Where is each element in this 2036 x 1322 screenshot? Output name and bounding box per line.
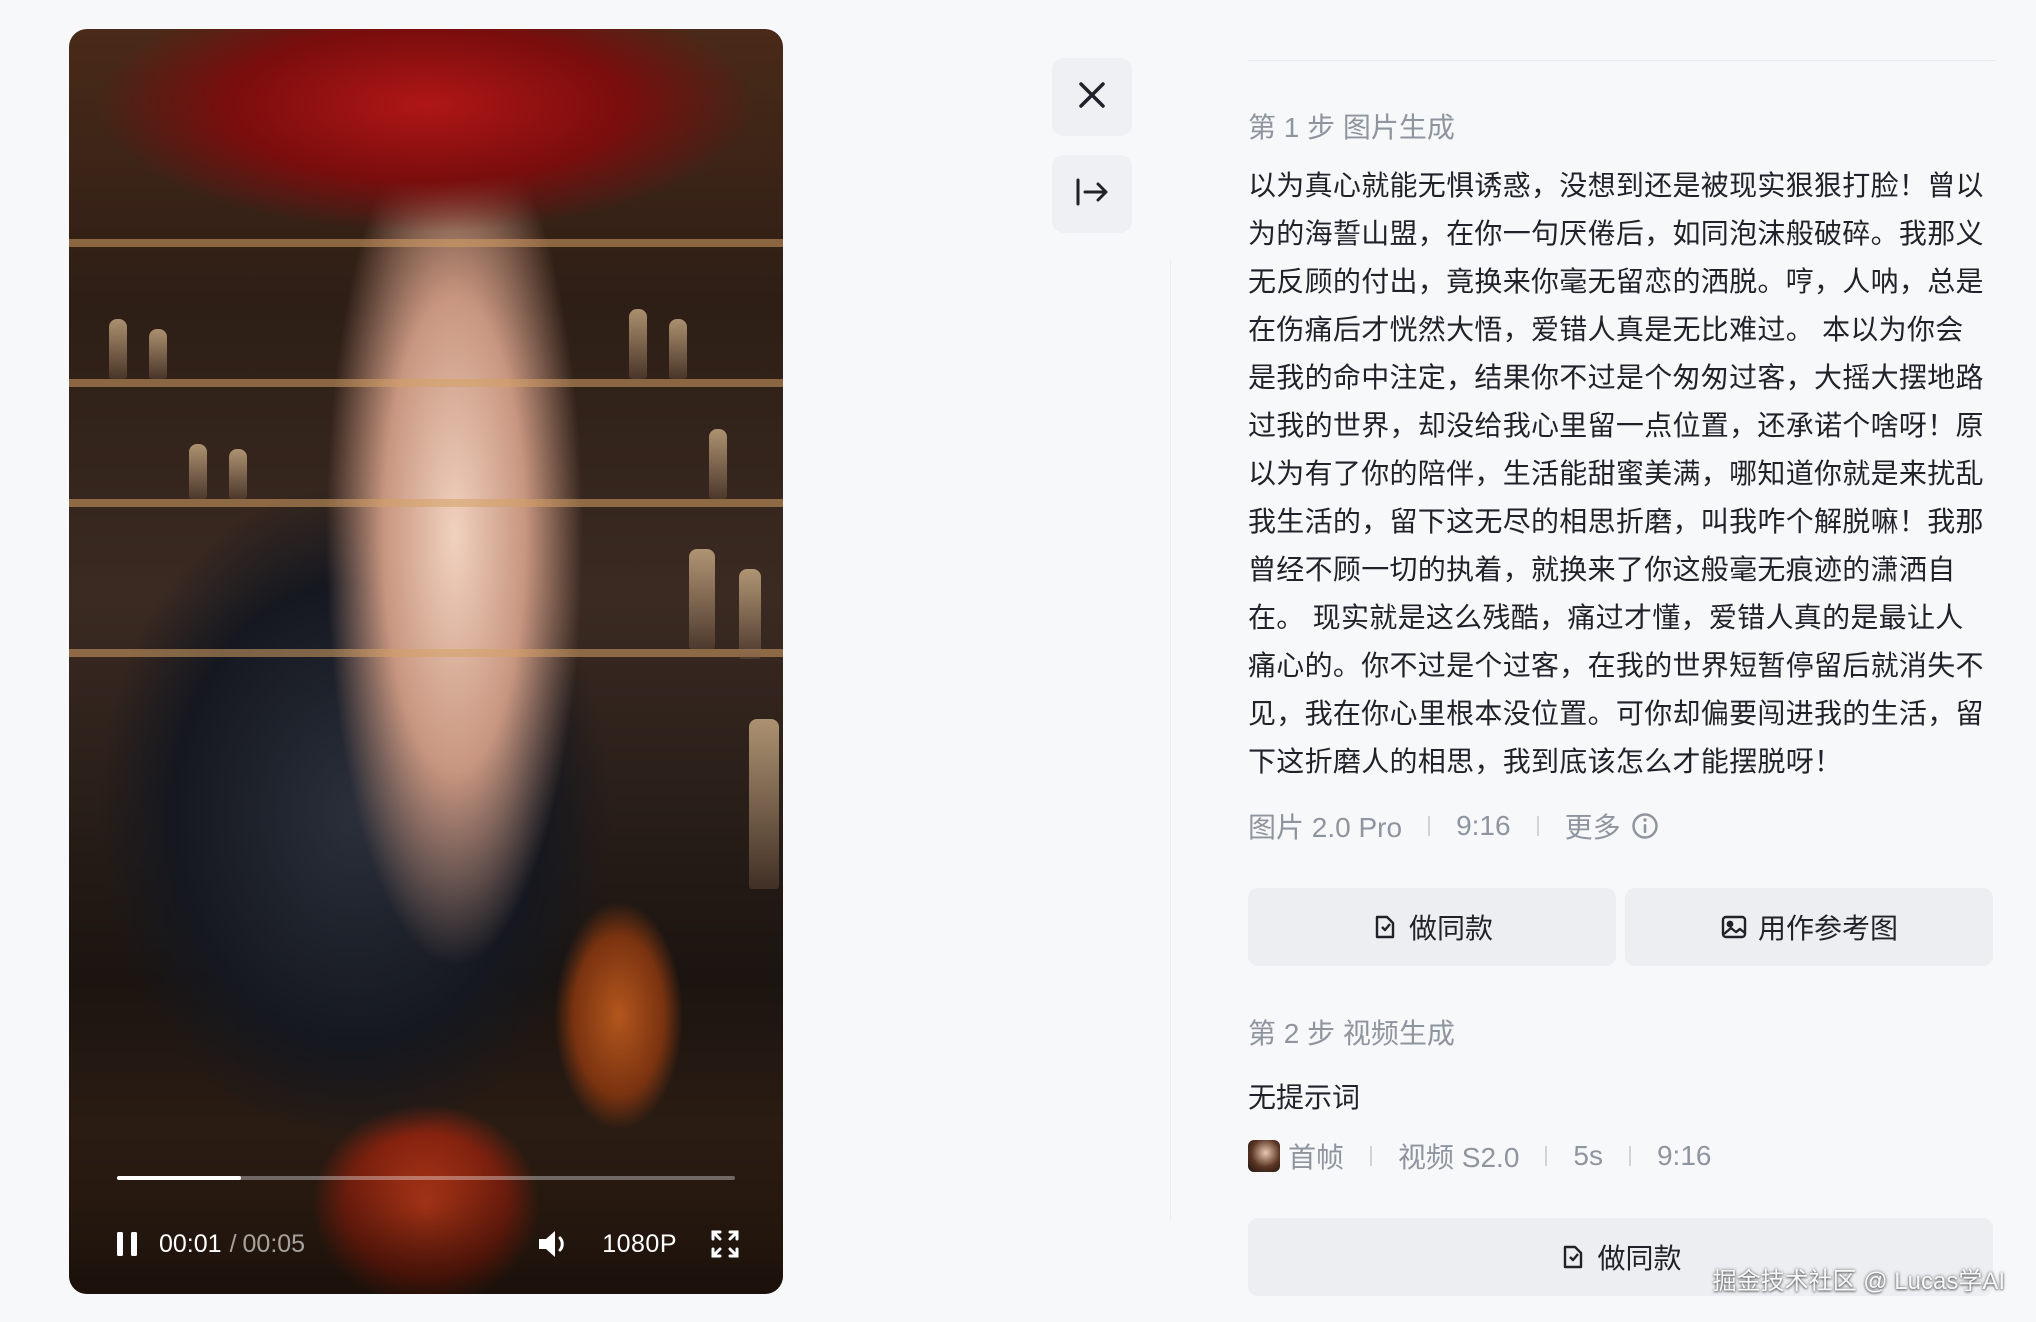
same-style-icon <box>1371 913 1399 941</box>
watermark: 掘金技术社区 @ Lucas学AI <box>1712 1268 2005 1295</box>
top-divider <box>1248 60 1996 61</box>
progress-fill <box>117 1176 241 1180</box>
video-aspect-ratio: 9:16 <box>1656 1140 1712 1171</box>
fullscreen-icon[interactable] <box>711 1230 739 1258</box>
same-style-button[interactable]: 做同款 <box>1248 888 1616 966</box>
current-time: 00:01 <box>159 1229 222 1258</box>
video-same-style-label: 做同款 <box>1597 1243 1682 1274</box>
step2-meta: 首帧 视频 S2.0 5s 9:16 <box>1248 1136 1711 1176</box>
panel-divider <box>1170 260 1171 1220</box>
time-separator: / <box>229 1229 237 1258</box>
volume-icon[interactable] <box>536 1228 572 1260</box>
pause-icon[interactable] <box>113 1230 141 1258</box>
first-frame-thumbnail <box>1248 1140 1280 1172</box>
collapse-panel-button[interactable] <box>1052 155 1132 233</box>
use-as-reference-button[interactable]: 用作参考图 <box>1625 888 1993 966</box>
first-frame-label: 首帧 <box>1288 1142 1345 1173</box>
meta-separator <box>1370 1146 1373 1166</box>
meta-separator <box>1536 816 1539 836</box>
step2-title: 第 2 步 视频生成 <box>1248 1018 1455 1049</box>
total-time: 00:05 <box>242 1229 306 1258</box>
same-style-icon <box>1559 1243 1587 1271</box>
quality-selector[interactable]: 1080P <box>602 1230 677 1259</box>
meta-separator <box>1628 1146 1631 1166</box>
more-link[interactable]: 更多 <box>1565 806 1621 846</box>
same-style-label: 做同款 <box>1408 913 1493 944</box>
close-button[interactable] <box>1052 58 1132 136</box>
video-duration: 5s <box>1573 1140 1603 1171</box>
use-as-reference-label: 用作参考图 <box>1757 913 1898 944</box>
video-controls: 00:01 / 00:05 1080P <box>69 1124 783 1294</box>
image-model: 图片 2.0 Pro <box>1248 812 1403 843</box>
progress-bar[interactable] <box>117 1176 735 1180</box>
collapse-right-icon <box>1074 176 1110 213</box>
video-frame <box>69 29 783 1294</box>
info-icon[interactable] <box>1631 812 1659 840</box>
step2-prompt: 无提示词 <box>1248 1082 1361 1113</box>
step1-prompt: 以为真心就能无惧诱惑，没想到还是被现实狠狠打脸！曾以为的海誓山盟，在你一句厌倦后… <box>1248 170 1984 777</box>
step1-title: 第 1 步 图片生成 <box>1248 112 1455 143</box>
image-reference-icon <box>1720 913 1748 941</box>
step1-meta: 图片 2.0 Pro 9:16 更多 <box>1248 806 1659 846</box>
meta-separator <box>1428 816 1431 836</box>
meta-separator <box>1545 1146 1548 1166</box>
video-model: 视频 S2.0 <box>1398 1142 1520 1173</box>
aspect-ratio: 9:16 <box>1456 810 1511 841</box>
close-icon <box>1076 79 1108 116</box>
video-player[interactable]: 00:01 / 00:05 1080P <box>69 29 783 1294</box>
